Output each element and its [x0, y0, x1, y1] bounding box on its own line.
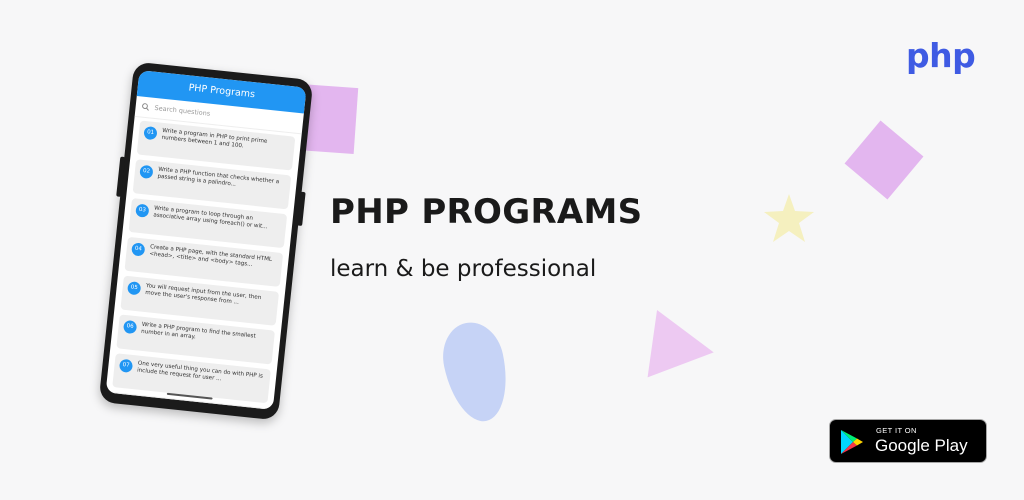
question-number-badge: 03	[135, 203, 150, 218]
search-icon	[142, 103, 149, 111]
question-number-badge: 08	[114, 397, 130, 410]
question-text: One very useful thing you can do with PH…	[136, 360, 264, 383]
question-text: Create a PHP page, with the standard HTM…	[148, 244, 273, 269]
question-text: For this PHP exercise, you will use the	[133, 399, 240, 410]
page-title: PHP PROGRAMS	[330, 192, 643, 232]
promo-banner: php PHP PROGRAMS learn & be professional…	[0, 0, 1024, 500]
question-number-badge: 07	[118, 358, 134, 373]
blue-blob-decoration	[436, 316, 516, 428]
google-play-label: Google Play	[875, 436, 968, 455]
question-number-badge: 04	[131, 242, 146, 257]
yellow-star-decoration	[764, 194, 814, 242]
phone-power-button	[297, 191, 306, 226]
question-list: 01 Write a program in PHP to print prime …	[106, 117, 302, 410]
phone-screen: PHP Programs Search questions 01 Write a …	[105, 70, 307, 410]
question-text: Write a PHP function that checks whether…	[157, 166, 280, 189]
question-number-badge: 02	[139, 164, 154, 180]
question-text: You will request input from the user, th…	[144, 282, 262, 306]
phone-mockup: PHP Programs Search questions 01 Write a …	[98, 61, 314, 421]
question-text: Write a program to loop through an assoc…	[153, 205, 268, 231]
question-number-badge: 06	[122, 319, 138, 335]
question-text: Write a PHP program to find the smallest…	[140, 321, 256, 341]
purple-diamond-decoration	[844, 120, 924, 200]
search-placeholder: Search questions	[154, 103, 211, 118]
question-number-badge: 01	[143, 125, 158, 141]
google-play-icon	[841, 430, 863, 454]
google-play-badge[interactable]: GET IT ON Google Play	[829, 419, 987, 463]
tagline: learn & be professional	[330, 256, 597, 282]
php-logo: php	[906, 36, 976, 75]
question-text: Write a program in PHP to print prime nu…	[161, 127, 268, 150]
question-number-badge: 05	[127, 281, 142, 296]
phone-volume-button	[116, 156, 126, 197]
get-it-on-label: GET IT ON	[876, 426, 917, 435]
pink-triangle-decoration	[647, 310, 719, 386]
